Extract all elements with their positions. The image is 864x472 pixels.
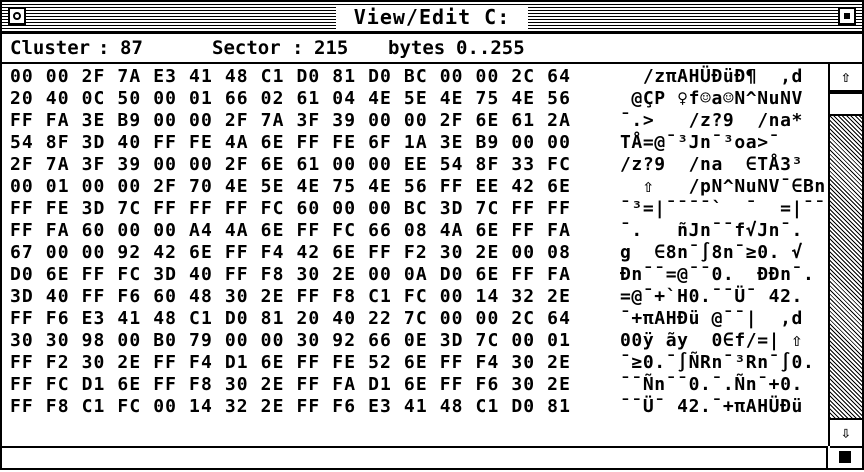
bytes-label: bytes [388, 37, 446, 59]
ascii-row[interactable]: /zπAHÜÐüÐ¶ ,d [620, 66, 803, 88]
close-box-icon[interactable] [8, 7, 26, 25]
ascii-row[interactable]: ¯.> /z?9 /na* [620, 110, 803, 132]
sector-value: 215 [314, 37, 349, 59]
hex-row[interactable]: FF FE 3D 7C FF FF FF FC 60 00 00 BC 3D 7… [10, 198, 571, 220]
ascii-row[interactable]: ¯¯Ü¯ 42.¯+πAHÜÐü [620, 396, 803, 418]
ascii-row[interactable]: 00ÿ ãy 0∈f/=| ⇧ [620, 330, 803, 352]
scroll-down-arrow-icon[interactable]: ⇩ [830, 418, 862, 446]
bytes-range: 0..255 [456, 37, 525, 59]
cluster-separator: : [98, 37, 110, 59]
ascii-row[interactable]: ¯¯Ñn¯¯0.¯.Ñn¯+0. [620, 374, 803, 396]
hex-row[interactable]: 30 30 98 00 B0 79 00 00 30 92 66 0E 3D 7… [10, 330, 571, 352]
sector-label: Sector [212, 37, 281, 59]
scroll-up-arrow-icon[interactable]: ⇧ [830, 64, 862, 92]
hex-row[interactable]: D0 6E FF FC 3D 40 FF F8 30 2E 00 0A D0 6… [10, 264, 571, 286]
hex-row[interactable]: FF F2 30 2E FF F4 D1 6E FF FE 52 6E FF F… [10, 352, 571, 374]
ascii-row[interactable]: g ∈8n¯∫8n¯≥0. √ [620, 242, 803, 264]
hex-row[interactable]: 54 8F 3D 40 FF FE 4A 6E FF FE 6F 1A 3E B… [10, 132, 571, 154]
horizontal-scrollbar[interactable] [2, 446, 828, 468]
ascii-row[interactable]: ¯. ñJn¯¯f√Jn¯. [620, 220, 803, 242]
hex-row[interactable]: FF FA 60 00 00 A4 4A 6E FF FC 66 08 4A 6… [10, 220, 571, 242]
ascii-row[interactable]: Ðn¯¯=@¯¯0. ÐÐn¯. [620, 264, 814, 286]
hex-row[interactable]: FF FA 3E B9 00 00 2F 7A 3F 39 00 00 2F 6… [10, 110, 571, 132]
hex-row[interactable]: 00 00 2F 7A E3 41 48 C1 D0 81 D0 BC 00 0… [10, 66, 571, 88]
scroll-thumb[interactable] [830, 92, 862, 116]
ascii-row[interactable]: ¯+πAHÐü @¯¯| ,d [620, 308, 803, 330]
sector-separator: : [292, 37, 304, 59]
vertical-scrollbar[interactable]: ⇧ ⇩ [830, 64, 862, 446]
full-box-icon[interactable] [838, 7, 856, 25]
ascii-row[interactable]: @ÇP ♀f☺a☺N^NuNV [620, 88, 803, 110]
hex-row[interactable]: FF F6 E3 41 48 C1 D0 81 20 40 22 7C 00 0… [10, 308, 571, 330]
hex-row[interactable]: 2F 7A 3F 39 00 00 2F 6E 61 00 00 EE 54 8… [10, 154, 571, 176]
hex-row[interactable]: FF F8 C1 FC 00 14 32 2E FF F6 E3 41 48 C… [10, 396, 571, 418]
ascii-row[interactable]: TÅ=@¯³Jn¯³oa>¯ [620, 132, 780, 154]
ascii-row[interactable]: ⇧ /pN^NuNV¯∈Bn [620, 176, 826, 198]
hex-row[interactable]: 67 00 00 92 42 6E FF F4 42 6E FF F2 30 2… [10, 242, 571, 264]
hex-row[interactable]: 20 40 0C 50 00 01 66 02 61 04 4E 5E 4E 7… [10, 88, 571, 110]
scroll-track[interactable] [830, 92, 862, 418]
hex-row[interactable]: 3D 40 FF F6 60 48 30 2E FF F8 C1 FC 00 1… [10, 286, 571, 308]
size-box-icon[interactable] [830, 446, 862, 468]
ascii-row[interactable]: ¯≥0.¯∫ÑRn¯³Rn¯∫0. [620, 352, 814, 374]
sector-content[interactable]: 00 00 2F 7A E3 41 48 C1 D0 81 D0 BC 00 0… [2, 64, 830, 446]
hex-row[interactable]: FF FC D1 6E FF F8 30 2E FF FA D1 6E FF F… [10, 374, 571, 396]
ascii-row[interactable]: ¯³=|¯¯¯¯` ¯ =|¯¯ [620, 198, 826, 220]
info-bar: Cluster : 87 Sector : 215 bytes 0..255 [2, 34, 862, 64]
title-bar[interactable]: View/Edit C: [2, 2, 862, 34]
ascii-row[interactable]: /z?9 /na ∈TÅ3³ [620, 154, 803, 176]
cluster-value: 87 [120, 37, 143, 59]
hex-row[interactable]: 00 01 00 00 2F 70 4E 5E 4E 75 4E 56 FF E… [10, 176, 571, 198]
ascii-row[interactable]: =@¯+`H0.¯¯Ü¯ 42. [620, 286, 803, 308]
window-title: View/Edit C: [336, 5, 528, 29]
view-edit-window: View/Edit C: Cluster : 87 Sector : 215 b… [0, 0, 864, 470]
cluster-label: Cluster [10, 37, 91, 59]
